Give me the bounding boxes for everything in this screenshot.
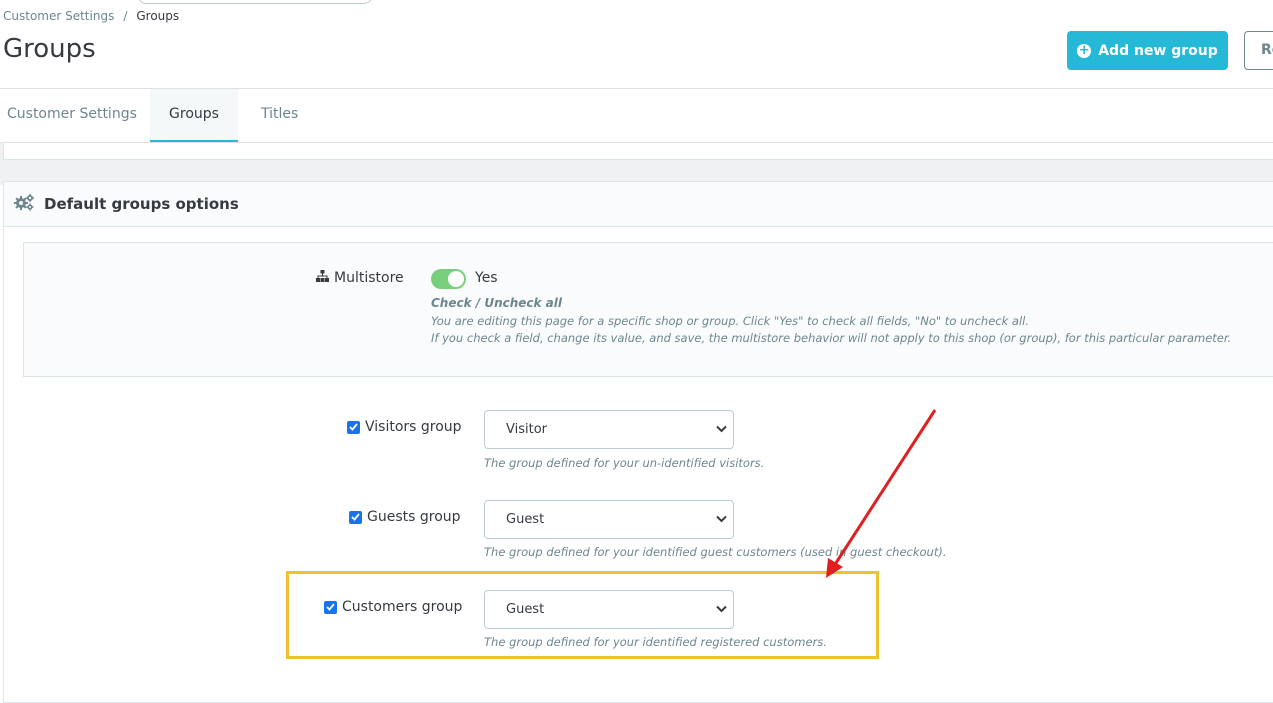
annotation-arrow: [826, 409, 937, 578]
